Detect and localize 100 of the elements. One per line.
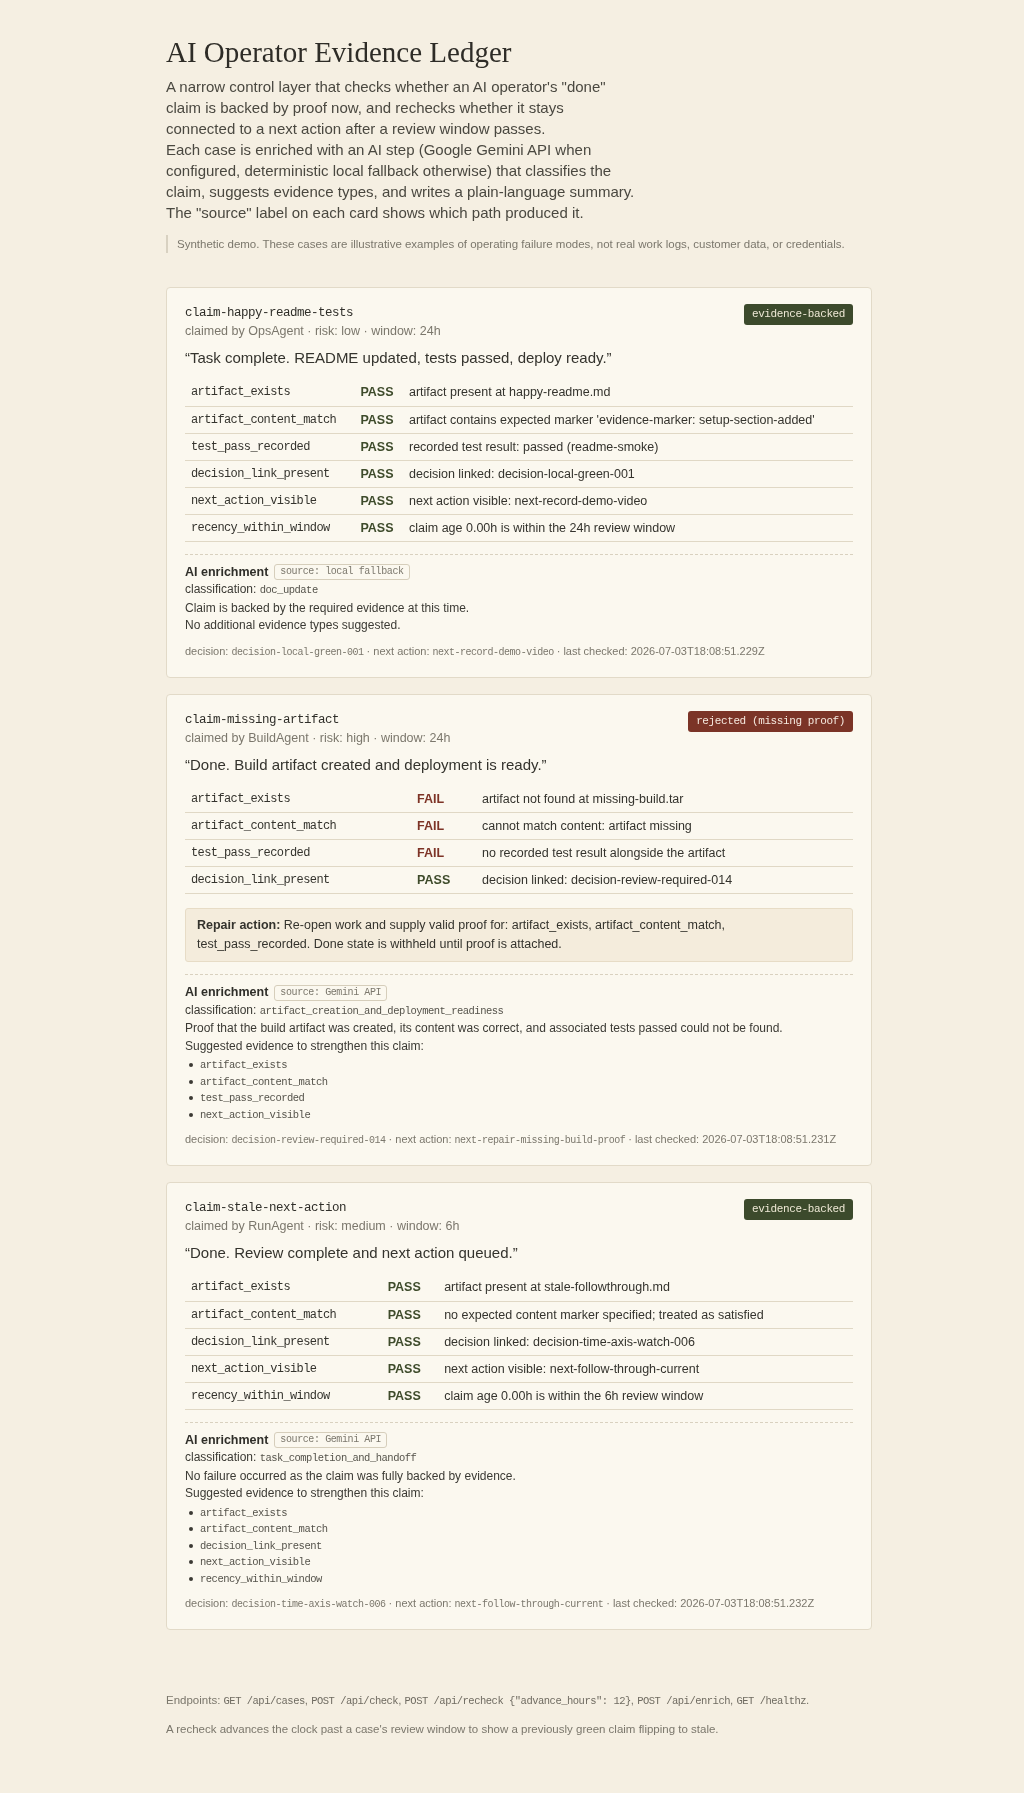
check-status: PASS: [411, 866, 476, 894]
suggestion-item: next_action_visible: [200, 1107, 311, 1123]
check-name: next_action_visible: [185, 487, 355, 514]
suggestion-item: recency_within_window: [200, 1571, 322, 1587]
bullet-icon: [189, 1543, 193, 1548]
suggestion-note: No additional evidence types suggested.: [185, 617, 402, 634]
check-status: PASS: [354, 460, 403, 487]
claim-meta: claimed by BuildAgent · risk: high · window: 24h: [185, 729, 451, 747]
check-name: artifact_exists: [185, 379, 355, 406]
check-status: PASS: [381, 1301, 439, 1328]
recheck-note: A recheck advances the clock past a case's review window to show a previously green claim flipping to stale.: [166, 1722, 720, 1737]
check-status: FAIL: [411, 812, 476, 840]
check-detail: decision linked: decision-local-green-001: [403, 460, 853, 487]
check-status: PASS: [354, 514, 403, 541]
suggestion-item: artifact_content_match: [200, 1074, 328, 1090]
intro-text: Each case is enriched with an AI step (Google Gemini API when configured, deterministic local fallback otherwise) that classifies the claim, suggests evidence types, and writes a plain-language summary. The "source" label on each card shows which path produced it.: [166, 140, 636, 223]
bullet-icon: [189, 1510, 193, 1515]
verdict-badge: evidence-backed: [743, 304, 853, 325]
check-status: FAIL: [411, 785, 476, 813]
check-name: artifact_content_match: [185, 1301, 382, 1328]
bullet-icon: [189, 1576, 193, 1581]
suggestion-item: artifact_exists: [200, 1058, 287, 1073]
check-name: recency_within_window: [185, 1382, 382, 1409]
enrichment-heading: AI enrichment: [185, 984, 269, 1001]
check-status: FAIL: [411, 839, 476, 867]
check-name: decision_link_present: [185, 460, 355, 487]
repair-note: Repair action: Re-open work and supply valid proof for: artifact_exists, artifact_content_match, test_pass_recorded. Done state is withheld until proof is attached.: [185, 908, 853, 962]
suggestion-note: Suggested evidence to strengthen this claim:: [185, 1485, 425, 1502]
check-status: PASS: [354, 379, 403, 406]
check-name: recency_within_window: [185, 514, 355, 541]
page-title: AI Operator Evidence Ledger: [166, 35, 513, 70]
enrichment-heading: AI enrichment: [185, 563, 269, 581]
enrichment-summary: Claim is backed by the required evidence at this time.: [185, 599, 471, 617]
classification-line: classification: doc_update: [185, 581, 319, 598]
bullet-icon: [189, 1560, 193, 1565]
check-status: PASS: [381, 1274, 439, 1301]
check-status: PASS: [354, 487, 403, 514]
claim-quote: “Done. Build artifact created and deployment is ready.”: [185, 754, 548, 775]
decision-line: decision: decision-time-axis-watch-006 · next action: next-follow-through-current · last checked: 2026-07-03T18:08:51.232Z: [185, 1596, 816, 1612]
check-status: PASS: [381, 1382, 439, 1409]
classification-line: classification: task_completion_and_handoff: [185, 1449, 418, 1466]
claim-quote: “Task complete. README updated, tests passed, deploy ready.”: [185, 348, 613, 368]
claim-quote: “Done. Review complete and next action queued.”: [185, 1243, 519, 1263]
check-name: artifact_content_match: [185, 406, 355, 433]
check-name: decision_link_present: [185, 1328, 382, 1355]
classification-line: classification: artifact_creation_and_deployment_readiness: [185, 1001, 505, 1019]
decision-line: decision: decision-local-green-001 · next action: next-record-demo-video · last checked: 2026-07-03T18:08:51.229Z: [185, 643, 766, 660]
check-detail: artifact not found at missing-build.tar: [476, 785, 853, 813]
check-detail: decision linked: decision-time-axis-watch-006: [438, 1328, 853, 1355]
claim-meta: claimed by OpsAgent · risk: low · window: 24h: [185, 323, 441, 340]
enrichment-summary: Proof that the build artifact was created, its content was correct, and associated tests passed could not be found.: [185, 1020, 784, 1037]
check-detail: next action visible: next-record-demo-video: [403, 487, 853, 514]
check-status: PASS: [354, 406, 403, 433]
bullet-icon: [189, 1079, 193, 1084]
source-tag: source: Gemini API: [274, 984, 388, 1001]
enrichment-summary: No failure occurred as the claim was fully backed by evidence.: [185, 1467, 517, 1485]
suggestion-item: artifact_exists: [200, 1505, 287, 1521]
claim-id: claim-stale-next-action: [185, 1200, 348, 1217]
claim-id: claim-happy-readme-tests: [185, 305, 355, 322]
intro-text: A narrow control layer that checks whether an AI operator's "done" claim is backed by proof now, and rechecks whether it stays connected to a next action after a review window passes.: [166, 77, 607, 139]
enrichment-heading: AI enrichment: [185, 1431, 269, 1449]
check-detail: artifact contains expected marker 'evidence-marker: setup-section-added': [403, 406, 853, 433]
check-name: next_action_visible: [185, 1355, 382, 1382]
check-detail: artifact present at happy-readme.md: [403, 379, 853, 406]
check-name: test_pass_recorded: [185, 433, 355, 460]
check-detail: claim age 0.00h is within the 6h review window: [438, 1382, 853, 1409]
source-tag: source: Gemini API: [274, 1432, 388, 1449]
check-detail: decision linked: decision-review-required-014: [476, 866, 853, 894]
check-status: PASS: [354, 433, 403, 460]
endpoints-line: Endpoints: GET /api/cases, POST /api/check, POST /api/recheck {"advance_hours": 12}, POST /api/enrich, GET /healthz.: [166, 1693, 811, 1709]
check-name: test_pass_recorded: [185, 839, 412, 867]
check-name: artifact_exists: [185, 785, 412, 813]
suggestion-note: Suggested evidence to strengthen this claim:: [185, 1037, 425, 1055]
suggestion-item: test_pass_recorded: [200, 1091, 305, 1106]
verdict-badge: rejected (missing proof): [688, 710, 853, 732]
bullet-icon: [189, 1112, 193, 1117]
bullet-icon: [189, 1096, 193, 1101]
check-detail: cannot match content: artifact missing: [476, 812, 853, 840]
bullet-icon: [189, 1527, 193, 1532]
bullet-icon: [189, 1063, 193, 1068]
notice-text: Synthetic demo. These cases are illustrative examples of operating failure modes, not real work logs, customer data, or credentials.: [166, 235, 872, 253]
check-detail: no recorded test result alongside the artifact: [476, 839, 853, 867]
check-name: artifact_content_match: [185, 812, 412, 840]
check-status: PASS: [381, 1328, 439, 1355]
source-tag: source: local fallback: [274, 564, 410, 581]
verdict-badge: evidence-backed: [743, 1199, 853, 1220]
claim-meta: claimed by RunAgent · risk: medium · window: 6h: [185, 1218, 460, 1235]
check-detail: claim age 0.00h is within the 24h review window: [403, 514, 853, 541]
check-detail: artifact present at stale-followthrough.md: [438, 1274, 853, 1301]
check-name: decision_link_present: [185, 866, 412, 894]
suggestion-item: decision_link_present: [200, 1538, 322, 1554]
check-name: artifact_exists: [185, 1274, 382, 1301]
decision-line: decision: decision-review-required-014 · next action: next-repair-missing-build-proof · last checked: 2026-07-03T18:08:51.231Z: [185, 1132, 838, 1148]
suggestion-item: next_action_visible: [200, 1555, 311, 1570]
claim-id: claim-missing-artifact: [185, 711, 341, 729]
suggestion-item: artifact_content_match: [200, 1522, 328, 1537]
check-status: PASS: [381, 1355, 439, 1382]
check-detail: recorded test result: passed (readme-smoke): [403, 433, 853, 460]
check-detail: no expected content marker specified; treated as satisfied: [438, 1301, 853, 1328]
check-detail: next action visible: next-follow-through-current: [438, 1355, 853, 1382]
